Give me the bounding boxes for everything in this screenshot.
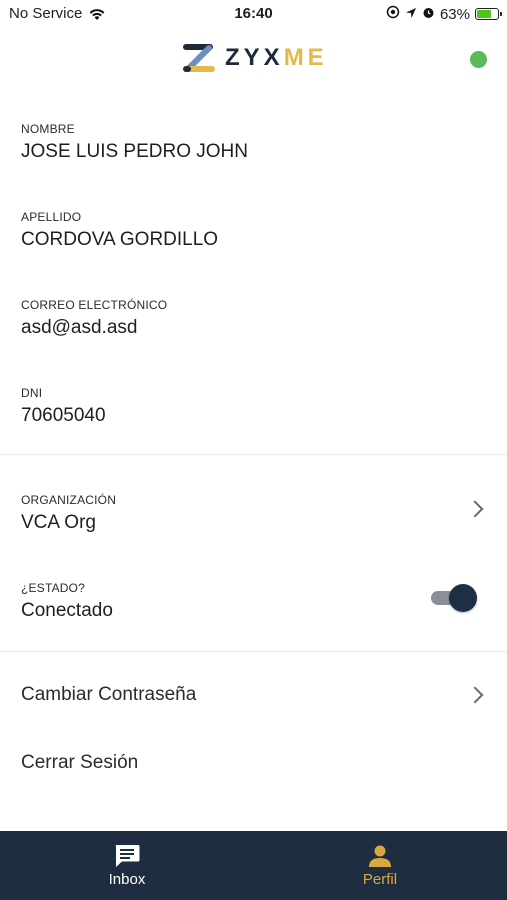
correo-label: CORREO ELECTRÓNICO: [21, 298, 168, 312]
status-bar: No Service 16:40 63%: [0, 0, 507, 30]
logo-text: ZYXME: [225, 44, 328, 71]
change-password-button[interactable]: Cambiar Contraseña: [21, 684, 196, 706]
apellido-label: APELLIDO: [21, 210, 82, 224]
nav-perfil-label: Perfil: [362, 871, 398, 888]
estado-toggle[interactable]: [431, 584, 477, 612]
apellido-field: APELLIDO CORDOVA GORDILLO: [21, 210, 218, 251]
apellido-value: CORDOVA GORDILLO: [21, 229, 219, 250]
nav-inbox-label: Inbox: [108, 871, 146, 888]
chevron-right-icon[interactable]: [466, 686, 484, 704]
person-icon: [369, 845, 391, 867]
navigation-arrow-icon: [405, 6, 417, 23]
divider: [0, 651, 507, 652]
organizacion-label: ORGANIZACIÓN: [21, 493, 117, 507]
dni-field: DNI 70605040: [21, 386, 106, 427]
location-icon: [386, 5, 400, 23]
estado-value: Conectado: [21, 600, 113, 621]
toggle-knob: [449, 584, 477, 612]
estado-label: ¿ESTADO?: [21, 581, 86, 595]
battery-icon: [475, 8, 502, 20]
online-status-indicator: [470, 51, 487, 68]
bottom-navigation: Inbox Perfil: [0, 831, 507, 900]
battery-percent: 63%: [439, 5, 470, 23]
nombre-label: NOMBRE: [21, 122, 75, 136]
nav-inbox[interactable]: Inbox: [57, 843, 197, 888]
organizacion-value: VCA Org: [21, 512, 96, 533]
estado-row: ¿ESTADO? Conectado: [21, 581, 113, 622]
chevron-right-icon[interactable]: [466, 500, 484, 518]
divider: [0, 454, 507, 455]
correo-value: asd@asd.asd: [21, 317, 138, 338]
correo-field: CORREO ELECTRÓNICO asd@asd.asd: [21, 298, 167, 339]
zyxme-logo: ZYXME: [181, 40, 328, 76]
status-right: 63%: [386, 5, 502, 23]
alarm-icon: [422, 6, 435, 23]
nombre-field: NOMBRE JOSE LUIS PEDRO JOHN: [21, 122, 248, 163]
app-header: ZYXME: [0, 36, 507, 86]
dni-label: DNI: [21, 386, 43, 400]
nav-perfil[interactable]: Perfil: [310, 843, 450, 888]
logo-mark-icon: [183, 44, 215, 72]
chat-icon: [115, 845, 140, 867]
dni-value: 70605040: [21, 405, 106, 426]
organizacion-row[interactable]: ORGANIZACIÓN VCA Org: [21, 493, 116, 534]
nombre-value: JOSE LUIS PEDRO JOHN: [21, 141, 248, 162]
logout-button[interactable]: Cerrar Sesión: [21, 752, 138, 774]
